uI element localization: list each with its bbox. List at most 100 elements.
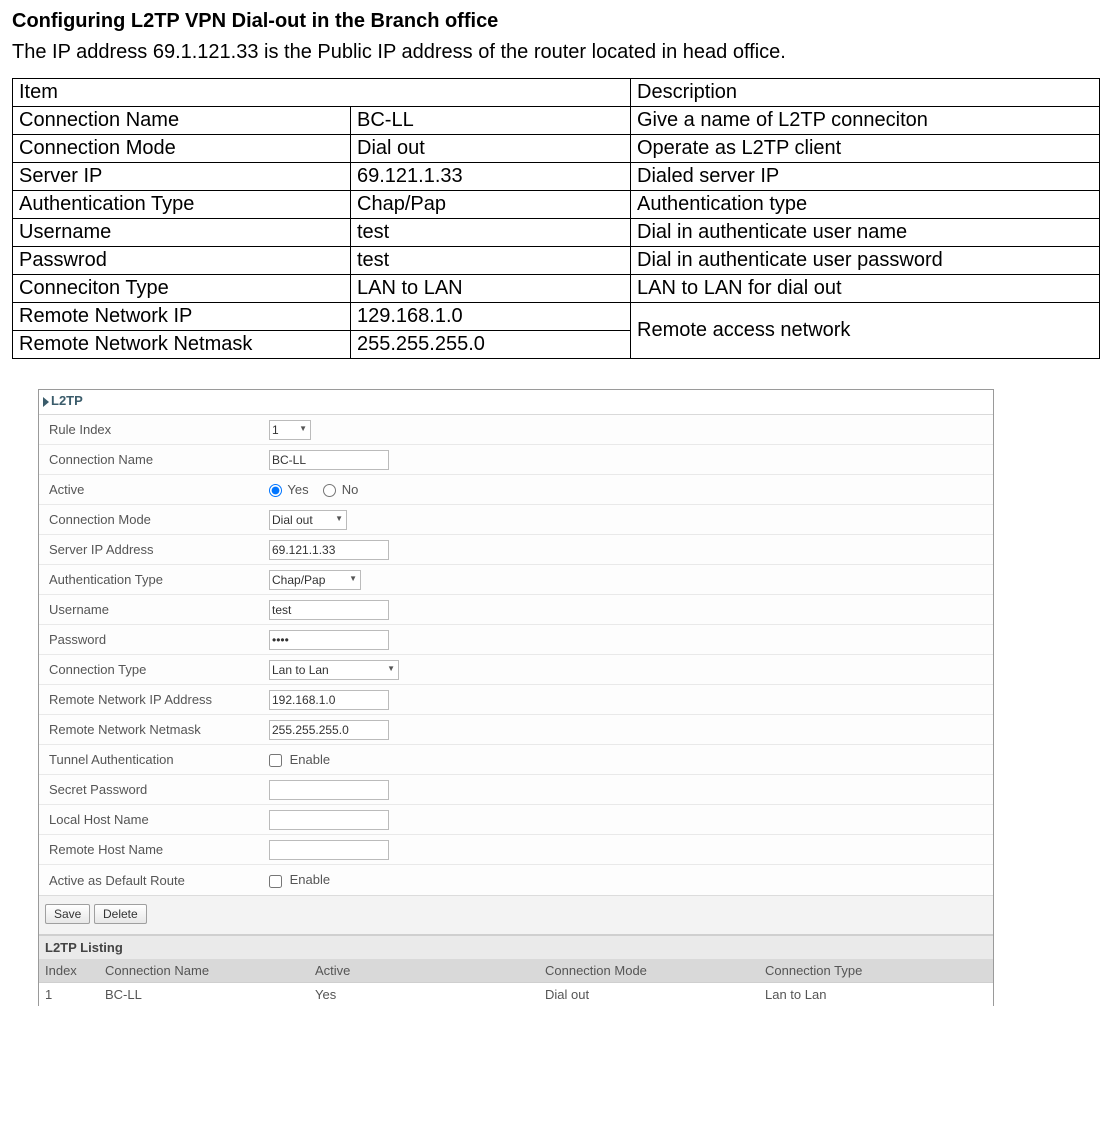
field-label: Username bbox=[39, 602, 269, 617]
tunnel-auth-checkbox[interactable] bbox=[269, 754, 282, 767]
spec-value: 255.255.255.0 bbox=[351, 331, 631, 359]
form-row: Authentication Type Chap/Pap bbox=[39, 565, 993, 595]
spec-desc: Authentication type bbox=[631, 191, 1100, 219]
cell-active: Yes bbox=[309, 983, 539, 1007]
field-label: Tunnel Authentication bbox=[39, 752, 269, 767]
form-row: Local Host Name bbox=[39, 805, 993, 835]
cell-index: 1 bbox=[39, 983, 99, 1007]
field-label: Secret Password bbox=[39, 782, 269, 797]
delete-button[interactable]: Delete bbox=[94, 904, 147, 924]
spec-value: BC-LL bbox=[351, 107, 631, 135]
username-input[interactable] bbox=[269, 600, 389, 620]
auth-type-select[interactable]: Chap/Pap bbox=[269, 570, 361, 590]
section-header: L2TP bbox=[39, 390, 993, 415]
radio-label: Yes bbox=[287, 482, 308, 497]
server-ip-input[interactable] bbox=[269, 540, 389, 560]
spec-value: LAN to LAN bbox=[351, 275, 631, 303]
form-row: Remote Network IP Address bbox=[39, 685, 993, 715]
field-label: Connection Name bbox=[39, 452, 269, 467]
spec-desc: Dial in authenticate user password bbox=[631, 247, 1100, 275]
checkbox-label: Enable bbox=[290, 872, 330, 887]
form-row: Password bbox=[39, 625, 993, 655]
table-row[interactable]: 1 BC-LL Yes Dial out Lan to Lan bbox=[39, 983, 993, 1007]
spec-item: Connection Name bbox=[13, 107, 351, 135]
form-row: Connection Type Lan to Lan bbox=[39, 655, 993, 685]
field-label: Rule Index bbox=[39, 422, 269, 437]
triangle-icon bbox=[43, 397, 49, 407]
form-row: Remote Network Netmask bbox=[39, 715, 993, 745]
table-row: Conneciton Type LAN to LAN LAN to LAN fo… bbox=[13, 275, 1100, 303]
password-input[interactable] bbox=[269, 630, 389, 650]
default-route-checkbox[interactable] bbox=[269, 875, 282, 888]
spec-value: test bbox=[351, 219, 631, 247]
field-label: Active bbox=[39, 482, 269, 497]
active-yes-radio[interactable] bbox=[269, 484, 282, 497]
spec-value: 129.168.1.0 bbox=[351, 303, 631, 331]
connection-type-select[interactable]: Lan to Lan bbox=[269, 660, 399, 680]
section-title: L2TP bbox=[51, 393, 83, 408]
spec-value: Chap/Pap bbox=[351, 191, 631, 219]
col-name: Connection Name bbox=[99, 959, 309, 983]
spec-desc: Remote access network bbox=[631, 303, 1100, 359]
field-label: Connection Type bbox=[39, 662, 269, 677]
table-row: Username test Dial in authenticate user … bbox=[13, 219, 1100, 247]
doc-title: Configuring L2TP VPN Dial-out in the Bra… bbox=[12, 10, 1108, 33]
table-row: Passwrod test Dial in authenticate user … bbox=[13, 247, 1100, 275]
form-row: Active Yes No bbox=[39, 475, 993, 505]
radio-label: No bbox=[342, 482, 359, 497]
spec-desc: LAN to LAN for dial out bbox=[631, 275, 1100, 303]
field-label: Password bbox=[39, 632, 269, 647]
spec-header-item: Item bbox=[13, 79, 631, 107]
spec-item: Server IP bbox=[13, 163, 351, 191]
form-row: Active as Default Route Enable bbox=[39, 865, 993, 895]
col-active: Active bbox=[309, 959, 539, 983]
form-row: Connection Name bbox=[39, 445, 993, 475]
table-header-row: Index Connection Name Active Connection … bbox=[39, 959, 993, 983]
save-button[interactable]: Save bbox=[45, 904, 90, 924]
table-row: Server IP 69.121.1.33 Dialed server IP bbox=[13, 163, 1100, 191]
form-row: Secret Password bbox=[39, 775, 993, 805]
local-host-input[interactable] bbox=[269, 810, 389, 830]
spec-desc: Give a name of L2TP conneciton bbox=[631, 107, 1100, 135]
form-row: Connection Mode Dial out bbox=[39, 505, 993, 535]
spec-table: Item Description Connection Name BC-LL G… bbox=[12, 78, 1100, 359]
rule-index-select[interactable]: 1 bbox=[269, 420, 311, 440]
remote-mask-input[interactable] bbox=[269, 720, 389, 740]
spec-item: Passwrod bbox=[13, 247, 351, 275]
spec-item: Conneciton Type bbox=[13, 275, 351, 303]
table-row: Remote Network IP 129.168.1.0 Remote acc… bbox=[13, 303, 1100, 331]
spec-item: Connection Mode bbox=[13, 135, 351, 163]
doc-paragraph: The IP address 69.1.121.33 is the Public… bbox=[12, 41, 1108, 64]
spec-desc: Dial in authenticate user name bbox=[631, 219, 1100, 247]
table-row: Item Description bbox=[13, 79, 1100, 107]
spec-item: Authentication Type bbox=[13, 191, 351, 219]
l2tp-listing-table: Index Connection Name Active Connection … bbox=[39, 959, 993, 1006]
remote-ip-input[interactable] bbox=[269, 690, 389, 710]
field-label: Remote Network IP Address bbox=[39, 692, 269, 707]
table-row: Connection Mode Dial out Operate as L2TP… bbox=[13, 135, 1100, 163]
field-label: Authentication Type bbox=[39, 572, 269, 587]
form-row: Remote Host Name bbox=[39, 835, 993, 865]
table-row: Connection Name BC-LL Give a name of L2T… bbox=[13, 107, 1100, 135]
connection-name-input[interactable] bbox=[269, 450, 389, 470]
field-label: Remote Network Netmask bbox=[39, 722, 269, 737]
field-label: Local Host Name bbox=[39, 812, 269, 827]
button-bar: Save Delete bbox=[39, 895, 993, 935]
secret-password-input[interactable] bbox=[269, 780, 389, 800]
spec-header-desc: Description bbox=[631, 79, 1100, 107]
form-row: Username bbox=[39, 595, 993, 625]
col-type: Connection Type bbox=[759, 959, 993, 983]
field-label: Remote Host Name bbox=[39, 842, 269, 857]
spec-item: Remote Network IP bbox=[13, 303, 351, 331]
form-row: Tunnel Authentication Enable bbox=[39, 745, 993, 775]
col-mode: Connection Mode bbox=[539, 959, 759, 983]
remote-host-input[interactable] bbox=[269, 840, 389, 860]
cell-mode: Dial out bbox=[539, 983, 759, 1007]
spec-desc: Dialed server IP bbox=[631, 163, 1100, 191]
form-row: Rule Index 1 bbox=[39, 415, 993, 445]
field-label: Server IP Address bbox=[39, 542, 269, 557]
checkbox-label: Enable bbox=[290, 752, 330, 767]
active-no-radio[interactable] bbox=[323, 484, 336, 497]
connection-mode-select[interactable]: Dial out bbox=[269, 510, 347, 530]
table-row: Authentication Type Chap/Pap Authenticat… bbox=[13, 191, 1100, 219]
